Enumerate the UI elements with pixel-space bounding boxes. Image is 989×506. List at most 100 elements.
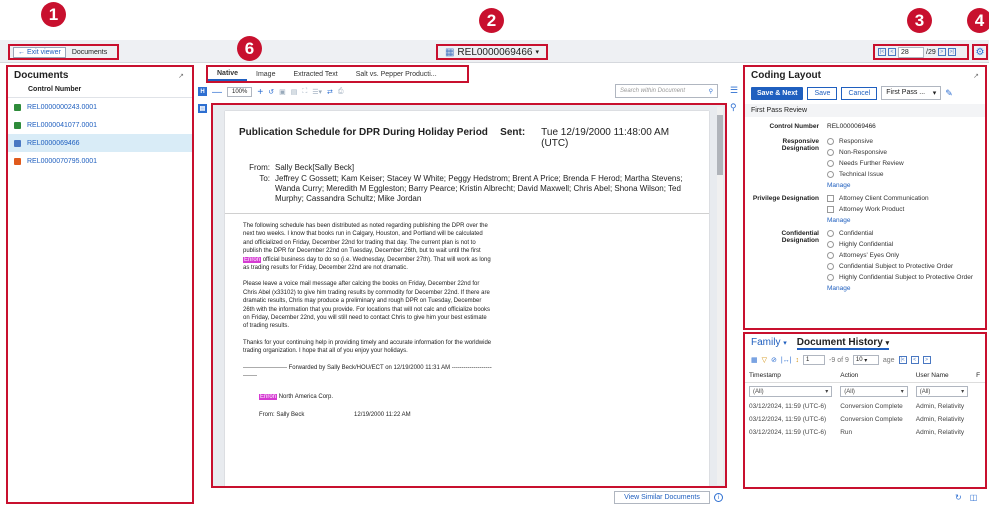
documents-list: REL0000000243.0001 REL0000041077.0001 REL0… <box>8 98 192 170</box>
document-title-dropdown[interactable]: ▦ REL0000069466 ▾ <box>436 44 548 60</box>
action-filter[interactable]: (All) ▾ <box>840 386 908 397</box>
checkbox-option[interactable]: Attorney Client Communication <box>827 195 979 202</box>
layout-options-icon[interactable]: ☰▾ <box>312 88 322 96</box>
collapse-icon[interactable]: ↗ <box>178 72 184 80</box>
print-icon[interactable]: ⎙ <box>338 88 344 96</box>
documents-breadcrumb[interactable]: Documents <box>72 49 107 56</box>
clear-filter-icon[interactable]: ⊘ <box>771 356 777 364</box>
radio-option[interactable]: Technical Issue <box>827 171 979 178</box>
confidential-options: Confidential Highly Confidential Attorneys… <box>827 230 979 294</box>
radio-button[interactable] <box>827 171 834 178</box>
list-item[interactable]: REL0000070795.0001 <box>8 152 192 170</box>
table-row[interactable]: 03/12/2024, 11:59 (UTC-6) Conversion Comp… <box>745 400 985 413</box>
radio-button[interactable] <box>827 138 834 145</box>
save-button[interactable]: Save <box>807 86 838 100</box>
radio-button[interactable] <box>827 274 834 281</box>
radio-option[interactable]: Responsive <box>827 138 979 145</box>
per-page-select[interactable]: 10 ▾ <box>852 355 879 365</box>
radio-button[interactable] <box>827 252 834 259</box>
highlight-icon[interactable]: H <box>198 87 207 96</box>
radio-option[interactable]: Confidential Subject to Protective Order <box>827 263 979 270</box>
save-next-button[interactable]: Save & Next <box>751 86 804 100</box>
compare-icon[interactable]: ⇄ <box>327 88 333 96</box>
tab-extracted-text[interactable]: Extracted Text <box>284 67 346 81</box>
filter-icon[interactable]: ▽ <box>762 356 767 364</box>
prev-page-icon[interactable]: < <box>888 48 896 56</box>
trash-icon[interactable]: ◫ <box>970 493 978 502</box>
radio-button[interactable] <box>827 241 834 248</box>
user-name-filter[interactable]: (All) ▾ <box>915 386 969 397</box>
radio-option[interactable]: Highly Confidential <box>827 241 979 248</box>
search-within-document-input[interactable]: Search within Document ⚲ <box>615 84 718 98</box>
radio-button[interactable] <box>827 160 834 167</box>
list-item[interactable]: REL0000000243.0001 <box>8 98 192 116</box>
radio-button[interactable] <box>827 230 834 237</box>
cancel-button[interactable]: Cancel <box>841 86 878 100</box>
history-page-input[interactable]: 1 <box>803 355 826 365</box>
timestamp-filter[interactable]: (All) ▾ <box>749 386 833 397</box>
fit-page-icon[interactable]: ▣ <box>279 88 286 96</box>
radio-button[interactable] <box>827 149 834 156</box>
radio-button[interactable] <box>827 263 834 270</box>
scrollbar-thumb[interactable] <box>717 115 723 175</box>
tab-image[interactable]: Image <box>247 67 284 81</box>
gear-icon[interactable]: ⚙ <box>972 44 988 60</box>
checkbox[interactable] <box>827 206 834 213</box>
radio-option[interactable]: Attorneys' Eyes Only <box>827 252 979 259</box>
search-icon[interactable]: ⚲ <box>730 102 742 113</box>
tab-native[interactable]: Native <box>208 67 248 81</box>
expand-icon[interactable]: ↗ <box>973 72 979 80</box>
overflow-column-header[interactable]: F <box>972 369 985 383</box>
list-item[interactable]: REL0000069466 <box>8 134 192 152</box>
sort-icon[interactable]: ↕ <box>796 357 800 364</box>
from-value: Sally Beck[Sally Beck] <box>275 163 355 172</box>
checkbox[interactable] <box>827 195 834 202</box>
exit-viewer-button[interactable]: ← Exit viewer <box>13 46 66 58</box>
control-number-column-header[interactable]: Control Number <box>8 84 192 98</box>
first-page-icon[interactable]: |< <box>898 356 907 364</box>
radio-option[interactable]: Confidential <box>827 230 979 237</box>
fit-width-icon[interactable]: ▤ <box>291 88 298 96</box>
pencil-icon[interactable]: ✎ <box>945 88 953 99</box>
columns-icon[interactable]: ▦ <box>751 356 758 364</box>
panel-icon[interactable]: ▤ <box>198 104 207 113</box>
manage-link[interactable]: Manage <box>827 182 979 189</box>
list-item[interactable]: REL0000041077.0001 <box>8 116 192 134</box>
viewer-scrollbar[interactable] <box>717 107 723 485</box>
next-page-icon[interactable]: > <box>922 356 931 364</box>
first-page-icon[interactable]: |< <box>878 48 886 56</box>
action-column-header[interactable]: Action <box>836 369 912 383</box>
tab-family[interactable]: Family ▾ <box>751 337 787 350</box>
view-similar-documents-button[interactable]: View Similar Documents <box>614 491 710 504</box>
fit-columns-icon[interactable]: |↔| <box>781 357 792 364</box>
table-row[interactable]: 03/12/2024, 11:59 (UTC-6) Run Admin, Relat… <box>745 426 985 439</box>
refresh-icon[interactable]: ↻ <box>955 493 962 502</box>
search-hit-highlight[interactable]: Enron <box>243 256 262 263</box>
search-hit-highlight[interactable]: Enron <box>259 393 278 400</box>
user-name-column-header[interactable]: User Name <box>911 369 973 383</box>
manage-link[interactable]: Manage <box>827 217 979 224</box>
option-label: Non-Responsive <box>839 149 888 156</box>
zoom-in-icon[interactable]: + <box>257 87 263 98</box>
last-page-icon[interactable]: >| <box>947 48 956 56</box>
prev-page-icon[interactable]: < <box>910 356 919 364</box>
rotate-icon[interactable]: ↺ <box>268 88 274 96</box>
layout-select[interactable]: First Pass ... ▾ <box>881 86 942 100</box>
manage-link[interactable]: Manage <box>827 285 979 292</box>
tab-salt-vs-pepper[interactable]: Salt vs. Pepper Producti... <box>347 67 446 81</box>
next-page-icon[interactable]: > <box>937 48 946 56</box>
privilege-label: Privilege Designation <box>752 195 819 202</box>
radio-option[interactable]: Non-Responsive <box>827 149 979 156</box>
tab-document-history[interactable]: Document History ▾ <box>796 337 890 350</box>
layers-icon[interactable]: ☰ <box>730 85 742 96</box>
info-icon[interactable]: i <box>714 493 723 502</box>
radio-option[interactable]: Needs Further Review <box>827 160 979 167</box>
zoom-out-icon[interactable]: — <box>212 87 222 98</box>
page-number-input[interactable]: 28 <box>898 46 924 58</box>
radio-option[interactable]: Highly Confidential Subject to Protectiv… <box>827 274 979 281</box>
timestamp-column-header[interactable]: Timestamp <box>745 369 837 383</box>
fullscreen-icon[interactable]: ⛶ <box>302 88 307 96</box>
table-row[interactable]: 03/12/2024, 11:59 (UTC-6) Conversion Comp… <box>745 413 985 426</box>
checkbox-option[interactable]: Attorney Work Product <box>827 206 979 213</box>
zoom-level-input[interactable]: 100% <box>227 87 253 97</box>
